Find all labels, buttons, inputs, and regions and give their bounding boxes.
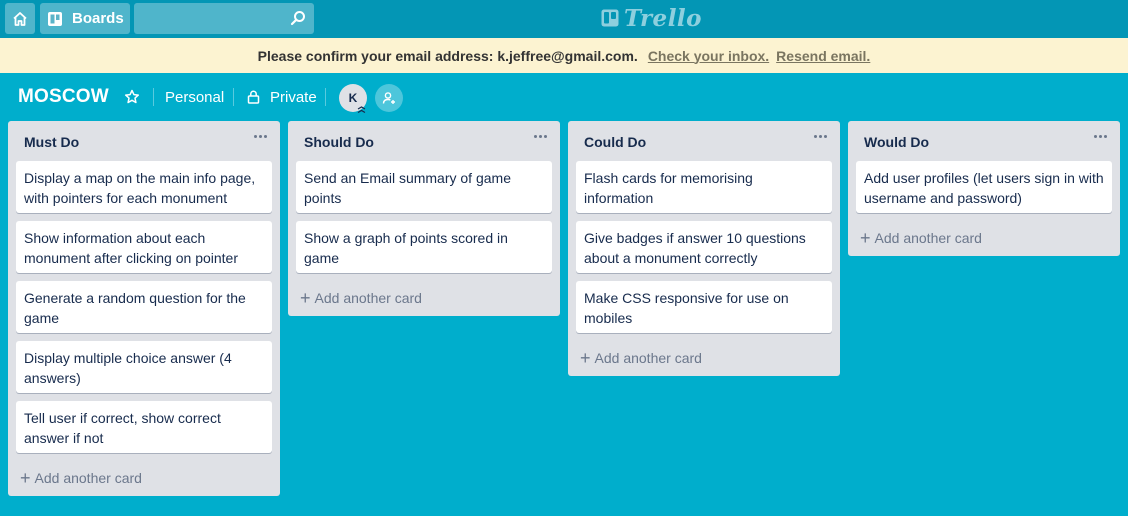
logo-text: Trello [624,4,703,32]
team-button[interactable]: Personal [165,89,224,106]
add-card-label: Add another card [594,350,702,366]
star-icon[interactable] [124,89,140,105]
search-box[interactable] [134,3,314,34]
top-header: Boards Trello [0,0,1128,38]
list-title[interactable]: Would Do [864,134,929,150]
list-would-do: Would Do Add user profiles (let users si… [848,121,1120,256]
card[interactable]: Generate a random question for the game [16,281,272,333]
home-icon [13,11,27,26]
card[interactable]: Add user profiles (let users sign in wit… [856,161,1112,213]
list-menu-icon[interactable] [532,129,548,143]
header-divider [153,88,154,106]
invite-member-button[interactable] [375,84,403,112]
header-divider [325,88,326,106]
admin-chevron-icon [357,106,366,114]
add-card-button[interactable]: + Add another card [20,468,142,488]
boards-label: Boards [72,10,124,27]
avatar[interactable]: K [339,84,367,114]
add-card-label: Add another card [874,230,982,246]
plus-icon: + [20,468,31,488]
card[interactable]: Display multiple choice answer (4 answer… [16,341,272,393]
list-menu-icon[interactable] [812,129,828,143]
card[interactable]: Send an Email summary of game points [296,161,552,213]
header-divider [233,88,234,106]
add-card-label: Add another card [314,290,422,306]
card[interactable]: Flash cards for memorising information [576,161,832,213]
home-button[interactable] [5,3,35,34]
card[interactable]: Tell user if correct, show correct answe… [16,401,272,453]
trello-logo[interactable]: Trello [601,4,703,32]
add-card-button[interactable]: + Add another card [300,288,422,308]
avatar-initial: K [348,91,358,105]
card[interactable]: Display a map on the main info page, wit… [16,161,272,213]
card[interactable]: Show a graph of points scored in game [296,221,552,273]
list-could-do: Could Do Flash cards for memorising info… [568,121,840,376]
list-menu-icon[interactable] [1092,129,1108,143]
add-member-icon [382,92,395,104]
plus-icon: + [860,228,871,248]
lock-icon [247,90,260,104]
add-card-label: Add another card [34,470,142,486]
email-confirm-banner: Please confirm your email address: k.jef… [0,38,1128,73]
boards-button[interactable]: Boards [40,3,130,34]
card[interactable]: Give badges if answer 10 questions about… [576,221,832,273]
check-inbox-link[interactable]: Check your inbox. [648,48,769,64]
plus-icon: + [580,348,591,368]
board-title[interactable]: MOSCOW [18,86,109,108]
add-card-button[interactable]: + Add another card [860,228,982,248]
visibility-button[interactable]: Private [270,89,317,106]
plus-icon: + [300,288,311,308]
search-icon[interactable] [290,10,306,26]
card[interactable]: Make CSS responsive for use on mobiles [576,281,832,333]
banner-message: Please confirm your email address: k.jef… [257,47,638,64]
list-title[interactable]: Should Do [304,134,374,150]
card[interactable]: Show information about each monument aft… [16,221,272,273]
list-must-do: Must Do Display a map on the main info p… [8,121,280,496]
add-card-button[interactable]: + Add another card [580,348,702,368]
list-should-do: Should Do Send an Email summary of game … [288,121,560,316]
list-title[interactable]: Must Do [24,134,79,150]
trello-logo-icon [601,9,619,27]
boards-icon [48,11,62,26]
list-title[interactable]: Could Do [584,134,646,150]
resend-email-link[interactable]: Resend email. [776,48,870,64]
list-menu-icon[interactable] [252,129,268,143]
search-input[interactable] [134,3,282,34]
